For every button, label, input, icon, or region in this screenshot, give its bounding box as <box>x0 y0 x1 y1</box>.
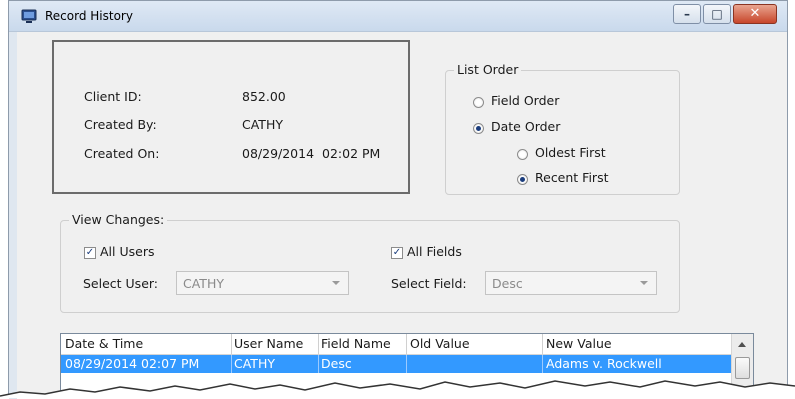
column-header-date-time[interactable]: Date & Time <box>65 336 143 351</box>
minimize-button[interactable]: – <box>673 4 701 24</box>
client-id-value: 852.00 <box>242 89 286 104</box>
chevron-down-icon <box>640 281 648 285</box>
close-button[interactable]: ✕ <box>733 4 777 24</box>
view-changes-legend: View Changes: <box>69 212 168 227</box>
table-row[interactable]: 08/29/2014 02:07 PM CATHY Desc Adams v. … <box>61 355 731 373</box>
left-border-strip <box>9 32 17 399</box>
date-order-radio[interactable] <box>473 123 484 134</box>
title-bar: Record History – □ ✕ <box>9 1 787 32</box>
table-header: Date & Time User Name Field Name Old Val… <box>61 334 731 355</box>
select-field-label: Select Field: <box>391 276 467 291</box>
maximize-icon: □ <box>711 7 723 21</box>
field-order-radio[interactable] <box>473 97 484 108</box>
recent-first-label[interactable]: Recent First <box>535 170 608 185</box>
date-order-label[interactable]: Date Order <box>491 119 560 134</box>
app-icon <box>21 9 37 23</box>
list-order-legend: List Order <box>454 62 522 77</box>
all-users-label[interactable]: All Users <box>100 244 154 259</box>
select-field-value: Desc <box>492 276 523 291</box>
select-user-value: CATHY <box>183 276 224 291</box>
list-order-group: List Order Field Order Date Order Oldest… <box>445 62 680 195</box>
created-by-value: CATHY <box>242 117 283 132</box>
select-field-dropdown[interactable]: Desc <box>485 271 657 295</box>
column-header-old-value[interactable]: Old Value <box>410 336 470 351</box>
window-title: Record History <box>45 9 133 23</box>
record-info-panel: Client ID: 852.00 Created By: CATHY Crea… <box>52 40 410 194</box>
client-id-label: Client ID: <box>84 89 142 104</box>
all-fields-label[interactable]: All Fields <box>407 244 462 259</box>
created-by-label: Created By: <box>84 117 157 132</box>
select-user-label: Select User: <box>83 276 159 291</box>
column-header-field-name[interactable]: Field Name <box>321 336 391 351</box>
recent-first-radio[interactable] <box>517 174 528 185</box>
created-on-label: Created On: <box>84 146 160 161</box>
minimize-icon: – <box>684 7 690 21</box>
cell-new-value: Adams v. Rockwell <box>546 356 662 371</box>
column-header-new-value[interactable]: New Value <box>546 336 612 351</box>
torn-edge-decoration <box>0 380 795 398</box>
oldest-first-label[interactable]: Oldest First <box>535 145 606 160</box>
oldest-first-radio[interactable] <box>517 149 528 160</box>
all-fields-checkbox[interactable]: ✓ <box>391 247 403 259</box>
field-order-label[interactable]: Field Order <box>491 93 559 108</box>
cell-date-time: 08/29/2014 02:07 PM <box>65 356 200 371</box>
cell-field-name: Desc <box>321 356 352 371</box>
maximize-button[interactable]: □ <box>703 4 731 24</box>
cell-user-name: CATHY <box>234 356 275 371</box>
created-on-value: 08/29/2014 02:02 PM <box>242 146 381 161</box>
column-header-user-name[interactable]: User Name <box>234 336 303 351</box>
view-changes-group: View Changes: ✓ All Users ✓ All Fields S… <box>60 212 680 313</box>
scroll-up-icon[interactable] <box>738 342 746 347</box>
select-user-dropdown[interactable]: CATHY <box>176 271 349 295</box>
all-users-checkbox[interactable]: ✓ <box>84 247 96 259</box>
chevron-down-icon <box>332 281 340 285</box>
close-icon: ✕ <box>749 6 761 21</box>
